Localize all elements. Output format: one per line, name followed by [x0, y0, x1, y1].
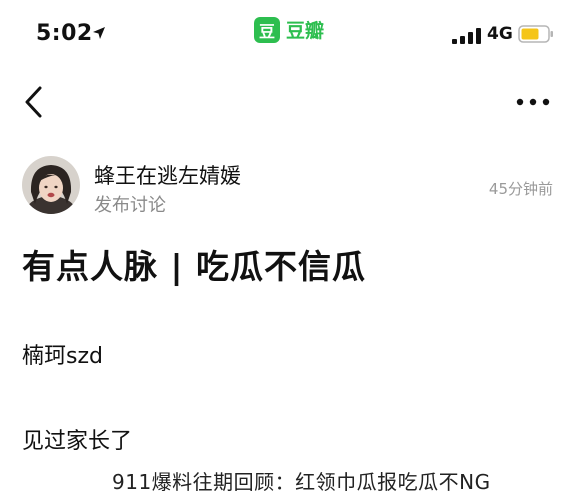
post-paragraph: 楠珂szd: [22, 344, 103, 369]
douban-logo-icon: 豆: [254, 16, 280, 43]
location-arrow-icon: [93, 27, 105, 39]
post-paragraph: 见过家长了: [22, 429, 133, 454]
chevron-left-icon: [25, 86, 42, 118]
post-title: 有点人脉 | 吃瓜不信瓜: [22, 247, 367, 286]
signal-bars-icon: [452, 28, 481, 44]
post-timestamp: 45分钟前: [488, 180, 553, 198]
app-badge: 豆 豆瓣: [254, 16, 324, 43]
author-name[interactable]: 蜂王在逃左婧媛: [94, 160, 241, 190]
back-button[interactable]: [22, 82, 46, 122]
caption-overlay: 911爆料往期回顾：红领巾瓜报吃瓜不NG: [112, 470, 491, 494]
more-dots-icon: [516, 98, 550, 106]
network-type: 4G: [487, 24, 513, 44]
more-options-button[interactable]: [516, 98, 550, 106]
battery-icon: [518, 25, 553, 43]
status-bar: 5:02 豆 豆瓣 4G: [0, 0, 579, 70]
status-time: 5:02: [36, 21, 93, 46]
app-name: 豆瓣: [286, 20, 325, 42]
avatar[interactable]: [22, 156, 80, 214]
author-action: 发布讨论: [94, 195, 166, 216]
